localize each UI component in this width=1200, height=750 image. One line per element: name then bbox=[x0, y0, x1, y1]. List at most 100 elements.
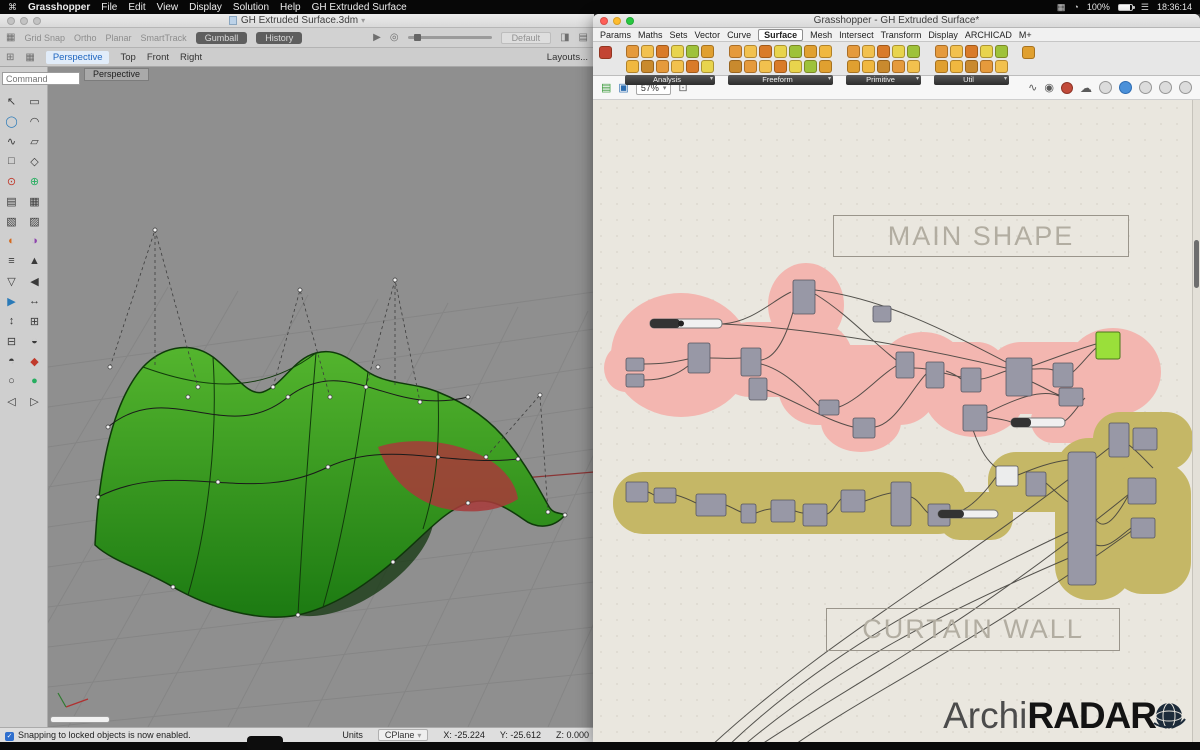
minimize-button[interactable] bbox=[613, 17, 621, 25]
component-icon[interactable] bbox=[892, 60, 905, 73]
toggle-ortho[interactable]: Ortho bbox=[74, 33, 97, 43]
group-label-util[interactable]: Util bbox=[934, 75, 1009, 85]
tool-icon[interactable]: ↔ bbox=[23, 291, 46, 311]
gh-green-component[interactable] bbox=[1096, 332, 1120, 359]
display-mode-extra-button[interactable] bbox=[1179, 81, 1192, 94]
component-icon[interactable] bbox=[980, 45, 993, 58]
tool-icon[interactable]: ⊕ bbox=[23, 171, 46, 191]
component-icon[interactable] bbox=[935, 60, 948, 73]
component-icon[interactable] bbox=[847, 60, 860, 73]
grid-status-icon[interactable]: ▦ bbox=[1057, 2, 1066, 13]
component-icon[interactable] bbox=[935, 45, 948, 58]
wifi-icon[interactable]: ☰ bbox=[1141, 2, 1149, 13]
tool-icon[interactable]: ▤ bbox=[0, 191, 23, 211]
component-icon[interactable] bbox=[744, 45, 757, 58]
component-icon[interactable] bbox=[599, 46, 612, 59]
play-icon[interactable]: ▶ bbox=[373, 32, 381, 43]
tab-params[interactable]: Params bbox=[600, 30, 631, 40]
component-icon[interactable] bbox=[656, 45, 669, 58]
component-icon[interactable] bbox=[819, 45, 832, 58]
component-icon[interactable] bbox=[995, 60, 1008, 73]
component-icon[interactable] bbox=[701, 45, 714, 58]
tool-icon[interactable]: ◒ bbox=[23, 331, 46, 351]
display-status-icon[interactable]: ◔ bbox=[1073, 2, 1078, 12]
node-group-main-shape[interactable] bbox=[604, 263, 1161, 452]
component-icon[interactable] bbox=[980, 60, 993, 73]
tool-icon[interactable]: □ bbox=[0, 151, 23, 171]
component-icon[interactable] bbox=[1022, 46, 1035, 59]
tab-right[interactable]: Right bbox=[180, 52, 202, 63]
gh-titlebar[interactable]: Grasshopper - GH Extruded Surface* bbox=[593, 14, 1200, 28]
tab-sets[interactable]: Sets bbox=[670, 30, 688, 40]
display-preset-dropdown[interactable]: Default bbox=[501, 32, 552, 44]
tool-icon[interactable]: ○ bbox=[0, 371, 23, 391]
component-icon[interactable] bbox=[789, 60, 802, 73]
horizontal-scrollbar[interactable] bbox=[50, 716, 110, 723]
list-icon[interactable]: ▤ bbox=[579, 32, 588, 43]
tab-top[interactable]: Top bbox=[120, 52, 135, 63]
tab-perspective[interactable]: Perspective bbox=[46, 51, 110, 64]
component-icon[interactable] bbox=[774, 45, 787, 58]
component-icon[interactable] bbox=[759, 60, 772, 73]
display-mode-wire-button[interactable] bbox=[1139, 81, 1152, 94]
dock-item[interactable] bbox=[247, 736, 283, 750]
component-icon[interactable] bbox=[701, 60, 714, 73]
component-icon[interactable] bbox=[789, 45, 802, 58]
component-icon[interactable] bbox=[686, 45, 699, 58]
open-file-icon[interactable]: ▤ bbox=[601, 81, 611, 94]
tool-icon[interactable]: ▦ bbox=[23, 191, 46, 211]
clock[interactable]: 18:36:14 bbox=[1157, 2, 1192, 12]
preview-eye-icon[interactable]: ◉ bbox=[1044, 81, 1054, 94]
component-icon[interactable] bbox=[626, 45, 639, 58]
command-input[interactable] bbox=[2, 72, 80, 85]
close-button[interactable] bbox=[600, 17, 608, 25]
menu-file[interactable]: File bbox=[101, 2, 117, 13]
tool-icon[interactable]: ◯ bbox=[0, 111, 23, 131]
component-icon[interactable] bbox=[641, 45, 654, 58]
app-menu-grasshopper[interactable]: Grasshopper bbox=[28, 2, 90, 13]
gumball-button[interactable]: Gumball bbox=[196, 32, 248, 44]
toggle-smarttrack[interactable]: SmartTrack bbox=[141, 33, 187, 43]
tool-icon[interactable]: ▱ bbox=[23, 131, 46, 151]
tool-icon[interactable]: ● bbox=[23, 371, 46, 391]
component-icon[interactable] bbox=[729, 45, 742, 58]
component-icon[interactable] bbox=[965, 45, 978, 58]
toggle-planar[interactable]: Planar bbox=[106, 33, 132, 43]
component-icon[interactable] bbox=[877, 60, 890, 73]
viewport-label[interactable]: Perspective bbox=[84, 68, 149, 81]
rhino-titlebar[interactable]: GH Extruded Surface.3dm bbox=[0, 14, 594, 28]
tab-vector[interactable]: Vector bbox=[695, 30, 721, 40]
component-icon[interactable] bbox=[892, 45, 905, 58]
tool-icon[interactable]: ▷ bbox=[23, 391, 46, 411]
tab-display[interactable]: Display bbox=[928, 30, 958, 40]
tool-icon[interactable]: ↖ bbox=[0, 91, 23, 111]
panels-icon[interactable]: ▦ bbox=[6, 32, 15, 43]
component-icon[interactable] bbox=[995, 45, 1008, 58]
tab-mesh[interactable]: Mesh bbox=[810, 30, 832, 40]
scrollbar-thumb[interactable] bbox=[1194, 240, 1199, 288]
cloud-icon[interactable]: ☁ bbox=[1080, 81, 1092, 95]
component-icon[interactable] bbox=[774, 60, 787, 73]
slider-knob[interactable] bbox=[414, 34, 421, 41]
tool-icon[interactable]: ▭ bbox=[23, 91, 46, 111]
tool-icon[interactable]: ⊟ bbox=[0, 331, 23, 351]
menu-solution[interactable]: Solution bbox=[233, 2, 269, 13]
vertical-scrollbar[interactable] bbox=[1192, 100, 1200, 745]
timeline-slider[interactable] bbox=[408, 36, 492, 39]
group-label-analysis[interactable]: Analysis bbox=[625, 75, 715, 85]
component-icon[interactable] bbox=[804, 45, 817, 58]
curtain-wall-group-label[interactable]: CURTAIN WALL bbox=[826, 608, 1120, 651]
history-button[interactable]: History bbox=[256, 32, 302, 44]
tool-icon[interactable]: ◇ bbox=[23, 151, 46, 171]
tab-intersect[interactable]: Intersect bbox=[839, 30, 874, 40]
tool-icon[interactable]: ∿ bbox=[0, 131, 23, 151]
component-icon[interactable] bbox=[907, 60, 920, 73]
tool-icon[interactable]: ◠ bbox=[23, 111, 46, 131]
component-icon[interactable] bbox=[862, 60, 875, 73]
tool-icon[interactable]: ↕ bbox=[0, 311, 23, 331]
component-icon[interactable] bbox=[671, 45, 684, 58]
layouts-button[interactable]: Layouts... bbox=[547, 52, 588, 63]
component-icon[interactable] bbox=[686, 60, 699, 73]
zoom-button[interactable] bbox=[33, 17, 41, 25]
component-icon[interactable] bbox=[950, 60, 963, 73]
